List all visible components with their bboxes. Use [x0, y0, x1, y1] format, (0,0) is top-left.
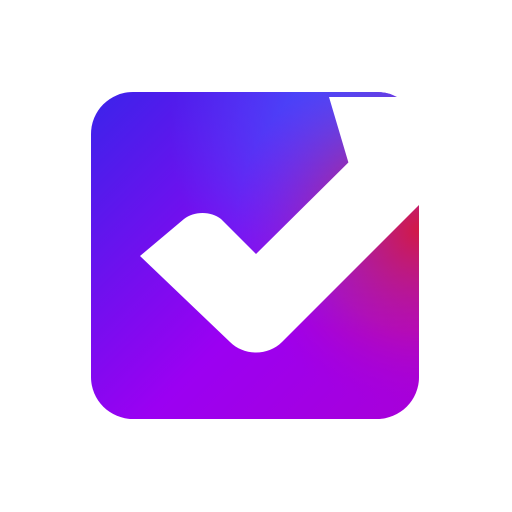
checkbox-checkmark-icon [91, 92, 419, 419]
app-icon-canvas [0, 0, 512, 512]
